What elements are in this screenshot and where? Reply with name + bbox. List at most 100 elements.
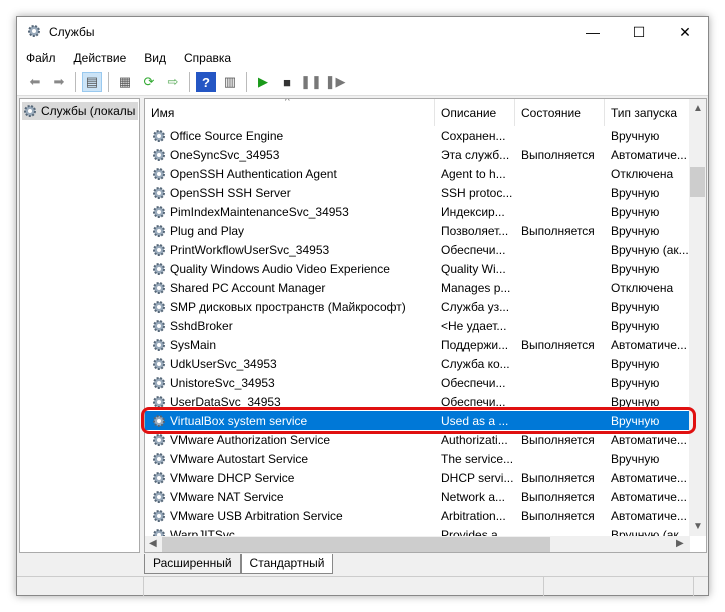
service-startup-type: Вручную xyxy=(611,223,660,238)
tree-panel: Службы (локалы xyxy=(19,98,140,553)
stop-service-icon[interactable]: ■ xyxy=(277,72,297,92)
gear-icon xyxy=(153,490,165,503)
service-name-text: UnistoreSvc_34953 xyxy=(170,375,275,390)
gear-icon xyxy=(153,528,165,536)
table-row[interactable]: Quality Windows Audio Video Experience Q… xyxy=(145,259,690,278)
table-row[interactable]: SysMain Поддержи... Выполняется Автомати… xyxy=(145,335,690,354)
gear-icon xyxy=(153,129,165,142)
service-name-text: SysMain xyxy=(170,337,217,352)
view-tabs: Расширенный Стандартный xyxy=(144,554,334,574)
menu-help[interactable]: Справка xyxy=(175,51,240,65)
service-name-text: Plug and Play xyxy=(170,223,245,238)
service-name: PimIndexMaintenanceSvc_34953 xyxy=(145,204,435,220)
export-list-icon[interactable]: ⇨ xyxy=(163,72,183,92)
service-startup-type: Автоматиче... xyxy=(611,147,687,162)
menu-view[interactable]: Вид xyxy=(135,51,175,65)
gear-icon xyxy=(153,376,165,389)
service-name-text: SMP дисковых пространств (Майкрософт) xyxy=(170,299,406,314)
menu-action[interactable]: Действие xyxy=(65,51,136,65)
table-row[interactable]: OpenSSH Authentication Agent Agent to h.… xyxy=(145,164,690,183)
services-window: Службы — ☐ ✕ Файл Действие Вид Справка ⬅… xyxy=(16,16,709,596)
service-description: Provides a... xyxy=(441,527,508,537)
scroll-right-icon[interactable]: ▶ xyxy=(676,538,684,549)
gear-icon xyxy=(153,452,165,465)
scroll-left-icon[interactable]: ◀ xyxy=(149,538,157,549)
table-row[interactable]: VMware Autostart Service The service... … xyxy=(145,449,690,468)
service-startup-type: Автоматиче... xyxy=(611,489,687,504)
pause-service-icon[interactable]: ❚❚ xyxy=(300,72,322,92)
table-row[interactable]: Shared PC Account Manager Manages p... О… xyxy=(145,278,690,297)
forward-icon[interactable]: ➡ xyxy=(49,72,69,92)
service-description: Эта служб... xyxy=(441,147,510,162)
gear-icon xyxy=(153,243,165,256)
scroll-down-icon[interactable]: ▼ xyxy=(693,521,703,532)
column-name[interactable]: Имя xyxy=(145,99,435,126)
service-startup-type: Отключена xyxy=(611,166,674,181)
column-startup-type[interactable]: Тип запуска xyxy=(605,99,690,126)
tab-extended[interactable]: Расширенный xyxy=(144,554,241,574)
refresh-icon[interactable]: ⟳ xyxy=(139,72,159,92)
table-row[interactable]: UnistoreSvc_34953 Обеспечи... Вручную xyxy=(145,373,690,392)
tree-item-services-local[interactable]: Службы (локалы xyxy=(22,102,138,120)
service-name-text: VMware DHCP Service xyxy=(170,470,295,485)
table-row[interactable]: OpenSSH SSH Server SSH protoc... Вручную xyxy=(145,183,690,202)
column-status[interactable]: Состояние xyxy=(515,99,605,126)
gear-icon xyxy=(153,224,165,237)
service-name: VMware NAT Service xyxy=(145,489,435,505)
start-service-icon[interactable]: ▶ xyxy=(253,72,273,92)
resume-service-icon[interactable]: ❚▶ xyxy=(325,72,346,92)
gear-icon xyxy=(153,205,165,218)
table-row[interactable]: VMware NAT Service Network a... Выполняе… xyxy=(145,487,690,506)
horizontal-scrollbar[interactable]: ◀ ▶ xyxy=(145,536,690,552)
show-hide-tree-icon[interactable]: ▤ xyxy=(82,72,102,92)
column-description[interactable]: Описание xyxy=(435,99,515,126)
table-row[interactable]: VMware USB Arbitration Service Arbitrati… xyxy=(145,506,690,525)
service-description: Сохранен... xyxy=(441,128,506,143)
table-row[interactable]: PrintWorkflowUserSvc_34953 Обеспечи... В… xyxy=(145,240,690,259)
service-description: Служба ко... xyxy=(441,356,510,371)
service-description: Network a... xyxy=(441,489,506,504)
service-startup-type: Вручную xyxy=(611,261,660,276)
gear-icon xyxy=(153,357,165,370)
table-row[interactable]: PimIndexMaintenanceSvc_34953 Индексир...… xyxy=(145,202,690,221)
service-startup-type: Отключена xyxy=(611,280,674,295)
table-row[interactable]: VMware DHCP Service DHCP servi... Выполн… xyxy=(145,468,690,487)
service-name: Shared PC Account Manager xyxy=(145,280,435,296)
minimize-button[interactable]: — xyxy=(570,17,616,47)
service-startup-type: Вручную xyxy=(611,318,660,333)
scrollbar-thumb[interactable] xyxy=(162,537,550,552)
separator xyxy=(189,72,190,92)
table-row[interactable]: UdkUserSvc_34953 Служба ко... Вручную xyxy=(145,354,690,373)
service-name: UnistoreSvc_34953 xyxy=(145,375,435,391)
service-name: Quality Windows Audio Video Experience xyxy=(145,261,435,277)
rows-container: Office Source Engine Сохранен... Вручную… xyxy=(145,126,690,536)
scrollbar-thumb[interactable] xyxy=(690,167,705,197)
service-name: OpenSSH Authentication Agent xyxy=(145,166,435,182)
tab-standard[interactable]: Стандартный xyxy=(240,554,334,574)
service-startup-type: Вручную xyxy=(611,128,660,143)
table-row[interactable]: WarpJITSvc Provides a... Вручную (ак... xyxy=(145,525,690,536)
scroll-up-icon[interactable]: ▲ xyxy=(693,103,703,114)
service-startup-type: Автоматиче... xyxy=(611,337,687,352)
properties-icon[interactable]: ▦ xyxy=(115,72,135,92)
maximize-button[interactable]: ☐ xyxy=(616,17,662,47)
table-row[interactable]: SMP дисковых пространств (Майкрософт) Сл… xyxy=(145,297,690,316)
table-row[interactable]: SshdBroker <Не удает... Вручную xyxy=(145,316,690,335)
service-description: Обеспечи... xyxy=(441,375,506,390)
table-row[interactable]: Office Source Engine Сохранен... Вручную xyxy=(145,126,690,145)
table-row[interactable]: Plug and Play Позволяет... Выполняется В… xyxy=(145,221,690,240)
back-icon[interactable]: ⬅ xyxy=(25,72,45,92)
service-name-text: VMware Autostart Service xyxy=(170,451,309,466)
service-status: Выполняется xyxy=(521,489,595,504)
service-name-text: WarpJITSvc xyxy=(170,527,235,537)
table-row[interactable]: OneSyncSvc_34953 Эта служб... Выполняетс… xyxy=(145,145,690,164)
menu-file[interactable]: Файл xyxy=(17,51,65,65)
vertical-scrollbar[interactable]: ▲ ▼ xyxy=(689,99,706,536)
service-description: Authorizati... xyxy=(441,432,508,447)
help-icon[interactable]: ? xyxy=(196,72,216,92)
console-view-icon[interactable]: ▥ xyxy=(220,72,240,92)
service-name-text: OpenSSH SSH Server xyxy=(170,185,291,200)
gear-icon xyxy=(153,471,165,484)
service-description: Agent to h... xyxy=(441,166,506,181)
close-button[interactable]: ✕ xyxy=(662,17,708,47)
